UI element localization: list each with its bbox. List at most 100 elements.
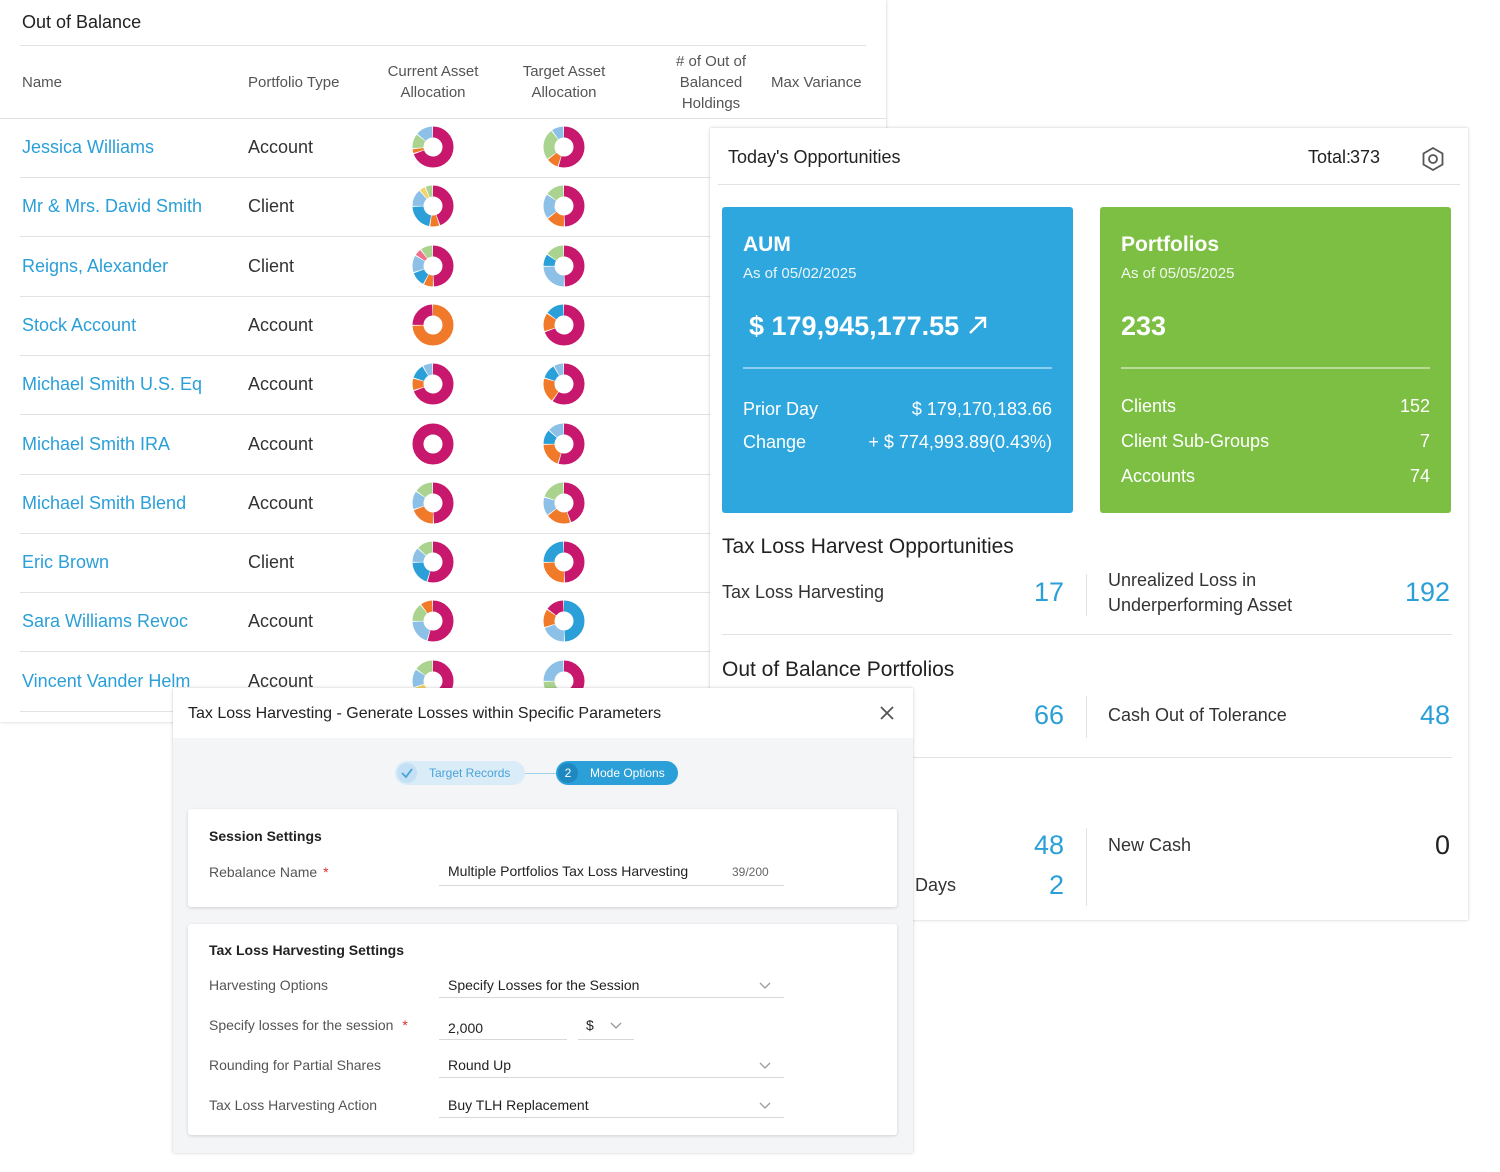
portfolio-type: Client (248, 255, 295, 276)
subgroups-value: 7 (1419, 431, 1430, 451)
column-current-asset[interactable]: Current Asset Allocation (374, 46, 492, 118)
step-mode-options[interactable]: 2 Mode Options (556, 761, 678, 785)
check-icon (401, 768, 413, 779)
step-target-records[interactable]: Target Records (395, 761, 525, 785)
aum-as-of: As of 05/02/2025 (743, 265, 857, 282)
chevron-down-icon[interactable] (759, 1062, 771, 1070)
aum-value-wrap: $ 179,945,177.55 (749, 311, 989, 342)
portfolio-name-link[interactable]: Eric Brown (22, 533, 109, 592)
settings-icon[interactable] (1420, 146, 1446, 172)
new-cash-value[interactable]: 0 (1435, 830, 1450, 861)
column-portfolio-type[interactable]: Portfolio Type (248, 46, 339, 118)
dialog-header: Tax Loss Harvesting - Generate Losses wi… (173, 688, 913, 738)
clients-value: 152 (1399, 396, 1430, 416)
tlh-value[interactable]: 17 (1034, 577, 1064, 608)
column-max-variance[interactable]: Max Variance (771, 46, 862, 118)
step-complete-badge (397, 763, 417, 783)
accounts-label: Accounts (1121, 466, 1196, 486)
target-allocation-donut (543, 304, 585, 346)
divider (1086, 828, 1087, 906)
character-counter: 39/200 (732, 865, 769, 879)
unrealized-value[interactable]: 192 (1405, 577, 1450, 608)
change-value: + $ 774,993.89(0.43%) (868, 432, 1052, 452)
total-value: 373 (1350, 147, 1381, 167)
oob-first-value[interactable]: 66 (1034, 700, 1064, 731)
divider (1086, 574, 1087, 616)
tlh-label[interactable]: Tax Loss Harvesting (722, 580, 884, 605)
portfolios-title: Portfolios (1121, 233, 1219, 256)
required-mark: * (402, 1017, 408, 1033)
chevron-down-icon[interactable] (759, 1102, 771, 1110)
current-allocation-donut (412, 304, 454, 346)
new-cash-label[interactable]: New Cash (1108, 833, 1191, 858)
close-icon[interactable] (877, 703, 897, 723)
input-underline (439, 1077, 784, 1078)
section-title: Session Settings (209, 828, 322, 844)
portfolio-name-link[interactable]: Stock Account (22, 296, 136, 355)
portfolio-name-link[interactable]: Jessica Williams (22, 118, 154, 177)
chevron-down-icon[interactable] (610, 1022, 622, 1030)
tlh-settings-section: Tax Loss Harvesting Settings Harvesting … (188, 924, 897, 1135)
portfolio-type: Account (248, 314, 314, 335)
aum-card[interactable]: AUM As of 05/02/2025 $ 179,945,177.55 Pr… (722, 207, 1073, 513)
change-label: Change (743, 432, 807, 452)
divider (1086, 696, 1087, 738)
unrealized-label-1[interactable]: Unrealized Loss in (1108, 568, 1256, 593)
tlh-action-select[interactable]: Buy TLH Replacement (448, 1097, 589, 1113)
current-allocation-donut (412, 541, 454, 583)
unrealized-label-2[interactable]: Underperforming Asset (1108, 593, 1292, 618)
current-allocation-donut (412, 423, 454, 464)
days-value[interactable]: 2 (1049, 870, 1064, 901)
divider (1121, 367, 1430, 369)
column-out-of-balanced-holdings[interactable]: # of Out of Balanced Holdings (656, 46, 766, 118)
portfolios-value: 233 (1121, 311, 1167, 341)
step-number: 2 (558, 763, 578, 783)
arrow-up-right-icon (969, 316, 987, 334)
opportunity-value-a[interactable]: 48 (1034, 830, 1064, 861)
allocation-slice (412, 423, 454, 464)
rounding-select[interactable]: Round Up (448, 1057, 511, 1073)
portfolio-type: Account (248, 374, 314, 395)
portfolio-type: Account (248, 611, 314, 632)
input-underline (439, 1117, 784, 1118)
oob-section-title: Out of Balance Portfolios (722, 658, 955, 681)
panel-title: Out of Balance (22, 12, 142, 32)
input-underline (439, 1039, 567, 1040)
current-allocation-donut (412, 185, 454, 227)
portfolio-type: Client (248, 552, 295, 573)
cash-out-of-tolerance-value[interactable]: 48 (1420, 700, 1450, 731)
portfolio-name-link[interactable]: Mr & Mrs. David Smith (22, 177, 202, 236)
input-underline (578, 1039, 634, 1040)
specify-losses-input[interactable]: 2,000 (448, 1020, 483, 1036)
target-allocation-donut (543, 363, 585, 405)
target-allocation-donut (543, 126, 585, 168)
currency-select[interactable]: $ (586, 1017, 594, 1033)
input-underline (439, 885, 784, 886)
portfolios-card[interactable]: Portfolios As of 05/05/2025 233 Clients … (1100, 207, 1451, 513)
portfolio-name-link[interactable]: Michael Smith IRA (22, 415, 170, 474)
cash-out-of-tolerance-label[interactable]: Cash Out of Tolerance (1108, 703, 1287, 728)
target-allocation-donut (543, 423, 585, 464)
dialog-title: Tax Loss Harvesting - Generate Losses wi… (188, 705, 662, 722)
days-label[interactable]: Days (915, 873, 956, 898)
portfolio-name-link[interactable]: Vincent Vander Helm (22, 652, 190, 711)
portfolio-name-link[interactable]: Michael Smith Blend (22, 474, 186, 533)
portfolio-type: Account (248, 492, 314, 513)
portfolio-name-link[interactable]: Michael Smith U.S. Eq (22, 355, 202, 414)
target-allocation-donut (543, 541, 585, 583)
harvesting-options-select[interactable]: Specify Losses for the Session (448, 977, 639, 993)
required-mark: * (323, 864, 329, 880)
column-target-asset[interactable]: Target Asset Allocation (508, 46, 620, 118)
panel-title: Today's Opportunities (728, 147, 901, 167)
target-allocation-donut (543, 245, 585, 287)
clients-label: Clients (1121, 396, 1177, 416)
input-underline (439, 997, 784, 998)
current-allocation-donut (412, 126, 454, 168)
step-label: Mode Options (590, 766, 665, 780)
portfolio-name-link[interactable]: Sara Williams Revoc (22, 592, 188, 651)
rebalance-name-input[interactable]: Multiple Portfolios Tax Loss Harvesting (448, 863, 688, 879)
column-name[interactable]: Name (22, 46, 62, 118)
portfolio-name-link[interactable]: Reigns, Alexander (22, 237, 168, 296)
chevron-down-icon[interactable] (759, 982, 771, 990)
target-allocation-donut (543, 600, 585, 642)
